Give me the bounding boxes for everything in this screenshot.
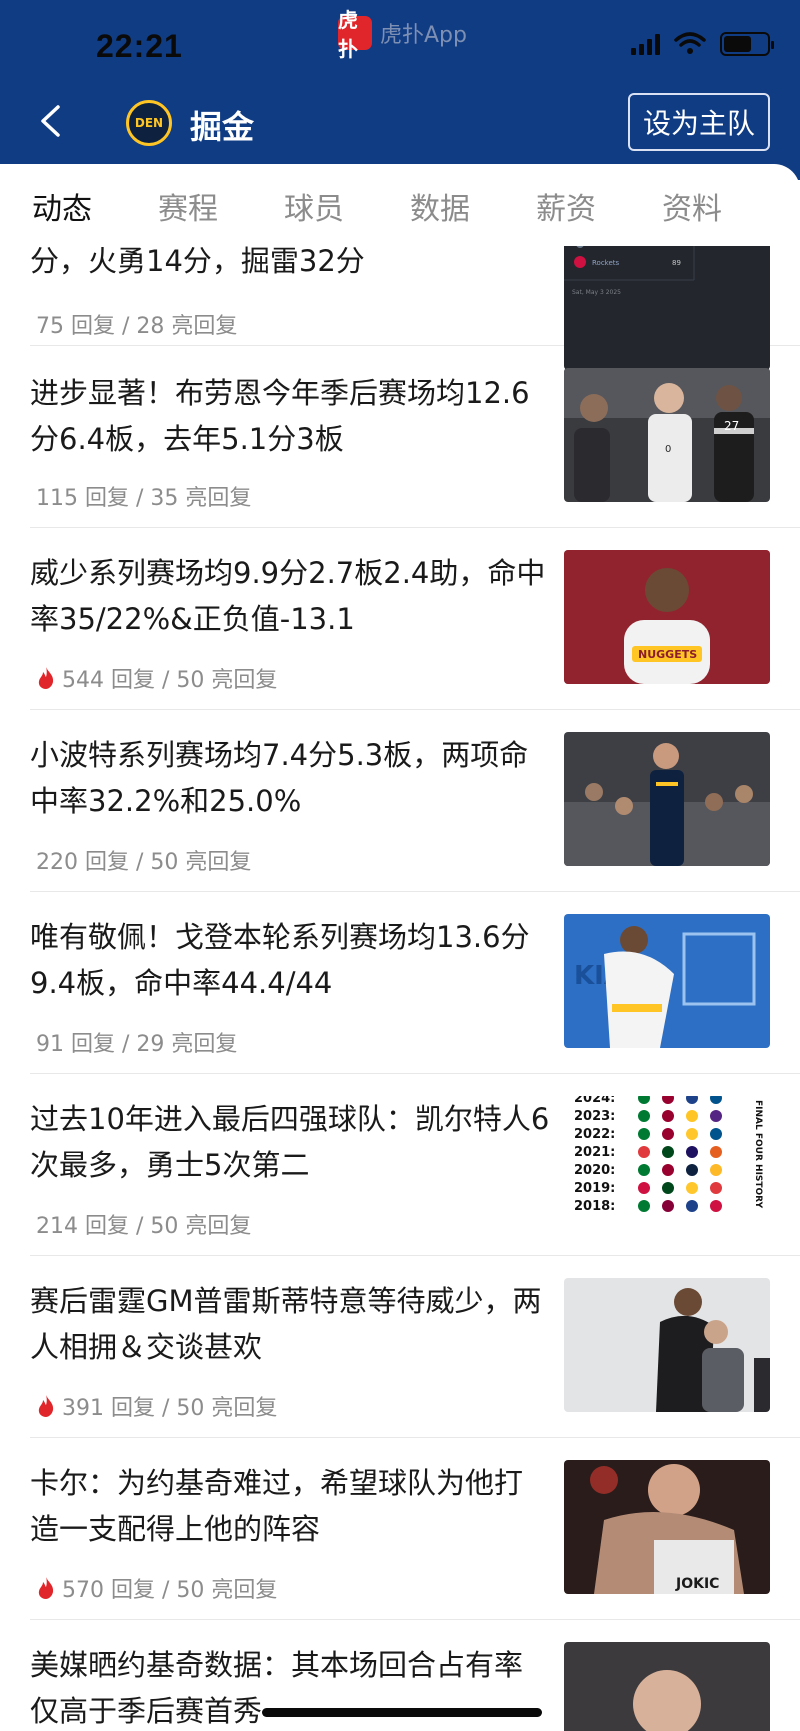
item-meta: 544 回复 / 50 亮回复 bbox=[36, 662, 277, 694]
item-meta: 220 回复 / 50 亮回复 bbox=[36, 844, 251, 876]
list-item[interactable]: 进步显著！布劳恩今年季后赛场均12.6分6.4板，去年5.1分3板 115 回复… bbox=[30, 346, 800, 528]
team-name: 掘金 bbox=[190, 108, 255, 146]
signal-icon bbox=[631, 33, 660, 55]
tab-profile[interactable]: 资料 bbox=[642, 184, 742, 228]
list-item[interactable]: 赛后雷霆GM普雷斯蒂特意等待威少，两人相拥＆交谈甚欢 391 回复 / 50 亮… bbox=[30, 1256, 800, 1438]
tab-schedule[interactable]: 赛程 bbox=[138, 184, 238, 228]
news-thumbnail[interactable]: 0 27 bbox=[564, 368, 770, 502]
year-label: 2023: bbox=[574, 1109, 615, 1124]
team-logo: DEN bbox=[126, 100, 172, 146]
news-thumbnail[interactable]: KIA bbox=[564, 914, 770, 1048]
news-thumbnail[interactable] bbox=[564, 1642, 770, 1731]
thumb-photo: JOKIC bbox=[564, 1460, 770, 1594]
year-label: 2022: bbox=[574, 1127, 615, 1142]
list-item[interactable]: 卡尔：为约基奇难过，希望球队为他打造一支配得上他的阵容 570 回复 / 50 … bbox=[30, 1438, 800, 1620]
list-item[interactable]: 过去10年进入最后四强球队：凯尔特人6次最多，勇士5次第二 214 回复 / 5… bbox=[30, 1074, 800, 1256]
item-meta: 391 回复 / 50 亮回复 bbox=[36, 1390, 277, 1422]
scoreboard-graphic: Rockets 89 Sat, May 3 2025 bbox=[564, 246, 770, 316]
battery-icon bbox=[720, 32, 774, 56]
fire-icon bbox=[38, 1577, 54, 1599]
list-item[interactable]: 威少系列赛场均9.9分2.7板2.4助，命中率35/22%&正负值-13.1 5… bbox=[30, 528, 800, 710]
news-thumbnail[interactable]: 2024: 2023: 2022: 2021: 2020: 2019: 2018… bbox=[564, 1096, 770, 1230]
reply-count: 570 回复 / 50 亮回复 bbox=[62, 1578, 278, 1603]
thumb-photo: 0 27 bbox=[564, 368, 770, 502]
reply-count: 544 回复 / 50 亮回复 bbox=[62, 668, 278, 693]
news-thumbnail[interactable] bbox=[564, 1278, 770, 1412]
item-title: 小波特系列赛场均7.4分5.3板，两项命中率32.2%和25.0% bbox=[30, 738, 529, 818]
item-title: 赛后雷霆GM普雷斯蒂特意等待威少，两人相拥＆交谈甚欢 bbox=[30, 1284, 542, 1364]
fire-icon bbox=[38, 667, 54, 689]
final-four-history-graphic: 2024: 2023: 2022: 2021: 2020: 2019: 2018… bbox=[564, 1096, 770, 1230]
thumb-team-label: Rockets bbox=[592, 259, 620, 267]
battery-level bbox=[724, 36, 752, 52]
thumb-photo: KIA bbox=[564, 914, 770, 1048]
thumb-jersey-name: JOKIC bbox=[675, 1576, 719, 1592]
thumb-jersey-number: 0 bbox=[665, 444, 671, 455]
thumb-referee-number: 27 bbox=[724, 419, 739, 433]
item-meta: 214 回复 / 50 亮回复 bbox=[36, 1208, 251, 1240]
item-title: 唯有敬佩！戈登本轮系列赛场均13.6分9.4板，命中率44.4/44 bbox=[30, 920, 530, 1000]
news-thumbnail[interactable]: JOKIC bbox=[564, 1460, 770, 1594]
reply-count: 75 回复 / 28 亮回复 bbox=[36, 314, 238, 339]
item-meta: 91 回复 / 29 亮回复 bbox=[36, 1026, 237, 1058]
reply-count: 214 回复 / 50 亮回复 bbox=[36, 1214, 252, 1239]
year-label: 2018: bbox=[574, 1199, 615, 1214]
thumb-photo bbox=[564, 732, 770, 866]
thumb-jersey-text: NUGGETS bbox=[638, 648, 697, 661]
tab-bar: 动态 赛程 球员 数据 薪资 资料 bbox=[0, 164, 800, 246]
reply-count: 91 回复 / 29 亮回复 bbox=[36, 1032, 238, 1057]
news-feed: 分，火勇14分，掘雷32分 75 回复 / 28 亮回复 Rockets 89 … bbox=[0, 246, 800, 1731]
thumb-side-title: FINAL FOUR HISTORY bbox=[753, 1100, 763, 1209]
home-indicator bbox=[262, 1708, 542, 1717]
app-header: 22:21 虎扑 虎扑App DEN 掘金 设为主队 bbox=[0, 0, 800, 180]
wifi-icon bbox=[674, 32, 706, 54]
item-meta: 570 回复 / 50 亮回复 bbox=[36, 1572, 277, 1604]
tab-players[interactable]: 球员 bbox=[264, 184, 364, 228]
app-name: 虎扑App bbox=[380, 23, 467, 48]
list-item[interactable]: 分，火勇14分，掘雷32分 75 回复 / 28 亮回复 Rockets 89 … bbox=[30, 246, 800, 370]
thumb-score: 89 bbox=[672, 259, 681, 267]
year-label: 2020: bbox=[574, 1163, 615, 1178]
thumb-photo: NUGGETS bbox=[564, 550, 770, 684]
item-title: 进步显著！布劳恩今年季后赛场均12.6分6.4板，去年5.1分3板 bbox=[30, 376, 530, 456]
thumb-date: Sat, May 3 2025 bbox=[572, 289, 621, 296]
news-thumbnail[interactable]: NUGGETS bbox=[564, 550, 770, 684]
item-title: 分，火勇14分，掘雷32分 bbox=[30, 246, 365, 278]
app-logo: 虎扑 bbox=[338, 8, 372, 61]
reply-count: 391 回复 / 50 亮回复 bbox=[62, 1396, 278, 1421]
status-time: 22:21 bbox=[96, 28, 183, 64]
tab-stats[interactable]: 数据 bbox=[390, 184, 490, 228]
tab-dynamics[interactable]: 动态 bbox=[12, 184, 112, 228]
thumb-photo bbox=[564, 1278, 770, 1412]
status-icons bbox=[631, 32, 774, 56]
item-title: 美媒晒约基奇数据：其本场回合占有率仅高于季后赛首秀 bbox=[30, 1648, 524, 1728]
list-item[interactable]: 唯有敬佩！戈登本轮系列赛场均13.6分9.4板，命中率44.4/44 91 回复… bbox=[30, 892, 800, 1074]
reply-count: 220 回复 / 50 亮回复 bbox=[36, 850, 252, 875]
tab-salary[interactable]: 薪资 bbox=[516, 184, 616, 228]
thumb-photo bbox=[564, 1642, 770, 1731]
reply-count: 115 回复 / 35 亮回复 bbox=[36, 486, 252, 511]
back-icon[interactable] bbox=[38, 104, 62, 138]
news-thumbnail[interactable] bbox=[564, 732, 770, 866]
app-badge: 虎扑 虎扑App bbox=[338, 8, 467, 61]
item-title: 过去10年进入最后四强球队：凯尔特人6次最多，勇士5次第二 bbox=[30, 1102, 550, 1182]
year-label: 2024: bbox=[574, 1096, 615, 1106]
set-home-team-button[interactable]: 设为主队 bbox=[628, 93, 770, 151]
list-item[interactable]: 小波特系列赛场均7.4分5.3板，两项命中率32.2%和25.0% 220 回复… bbox=[30, 710, 800, 892]
item-title: 卡尔：为约基奇难过，希望球队为他打造一支配得上他的阵容 bbox=[30, 1466, 524, 1546]
year-label: 2021: bbox=[574, 1145, 615, 1160]
year-label: 2019: bbox=[574, 1181, 615, 1196]
item-title: 威少系列赛场均9.9分2.7板2.4助，命中率35/22%&正负值-13.1 bbox=[30, 556, 546, 636]
item-meta: 115 回复 / 35 亮回复 bbox=[36, 480, 251, 512]
item-meta: 75 回复 / 28 亮回复 bbox=[36, 308, 237, 340]
fire-icon bbox=[38, 1395, 54, 1417]
